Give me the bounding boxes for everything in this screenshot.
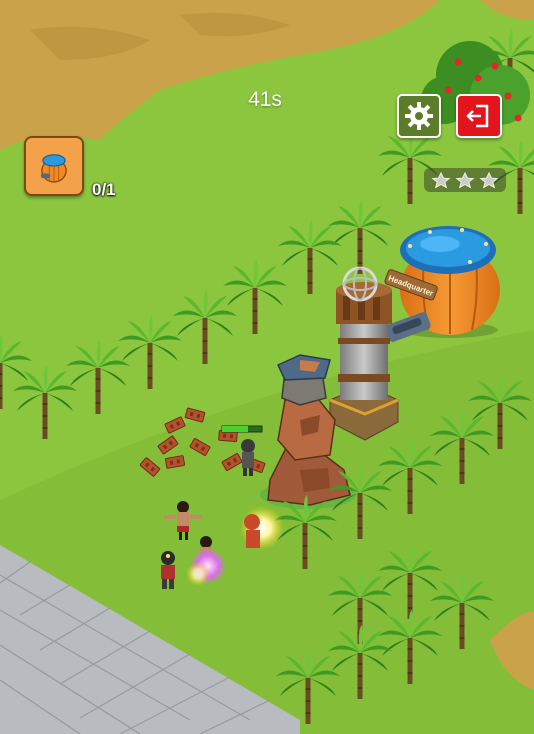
star-rating: [424, 168, 506, 192]
star-icon: [431, 171, 451, 189]
round-timer: 41s: [248, 88, 282, 111]
star-rating-icons: [431, 171, 499, 189]
star-icon: [455, 171, 475, 189]
quest-progress: 0/1: [92, 180, 116, 199]
exit-button[interactable]: [456, 94, 502, 138]
settings-button[interactable]: [397, 94, 441, 138]
quest-card[interactable]: [24, 136, 84, 196]
pumpkin-house-icon: [40, 154, 67, 183]
stone-tower[interactable]: [329, 266, 399, 441]
gear-icon: [405, 102, 433, 130]
attack-effect: [240, 506, 284, 550]
star-icon: [479, 171, 499, 189]
exit-door-icon: [466, 104, 489, 128]
game-viewport[interactable]: Headquarter 41s 0/1: [0, 0, 534, 734]
